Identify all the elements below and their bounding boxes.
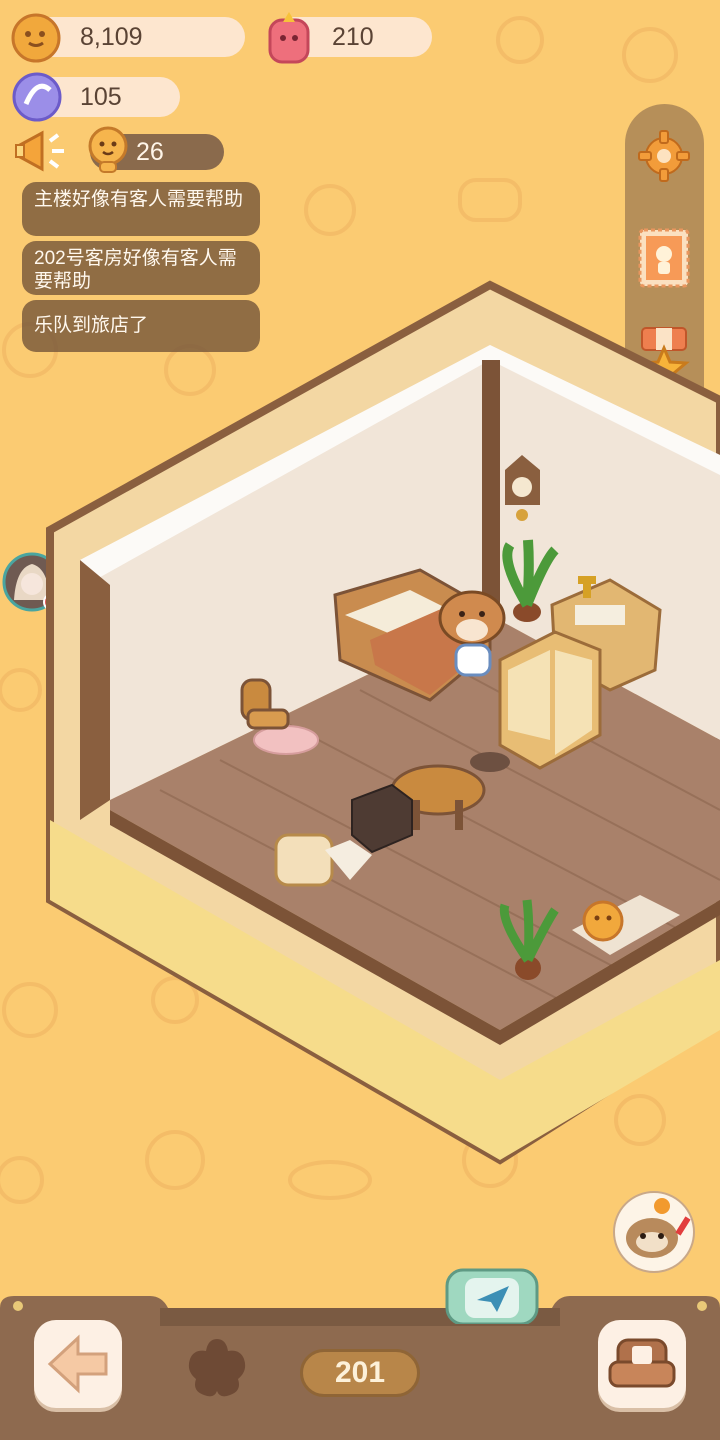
stool[interactable] xyxy=(470,752,510,772)
furniture-button[interactable] xyxy=(598,1320,686,1408)
left-arrow-icon xyxy=(47,1334,108,1394)
raccoon-chat-icon[interactable] xyxy=(610,1188,700,1276)
armchair-icon xyxy=(608,1338,676,1388)
cookie-pickup[interactable] xyxy=(582,900,624,942)
paper-plane-icon[interactable] xyxy=(443,1262,541,1324)
star-shape-icon[interactable] xyxy=(182,1335,252,1401)
back-button[interactable] xyxy=(34,1320,122,1408)
room-number[interactable]: 201 xyxy=(300,1349,420,1397)
